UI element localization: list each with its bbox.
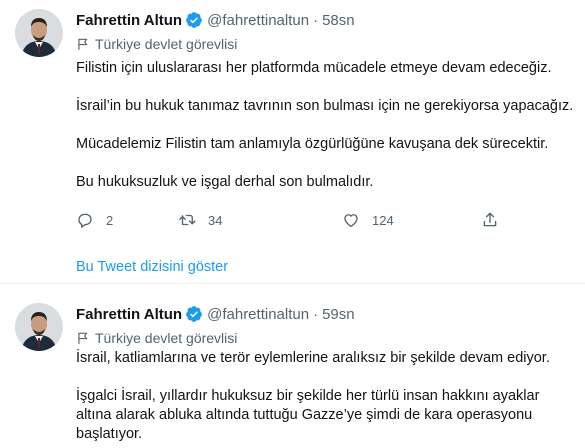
tweet-text: İsrail, katliamlarına ve terör eylemleri…	[76, 349, 576, 448]
retweet-icon	[179, 214, 196, 226]
share-button[interactable]	[481, 211, 499, 229]
tweet-text: Filistin için uluslararası her platformd…	[76, 59, 576, 211]
author-handle[interactable]: @fahrettinaltun	[207, 306, 309, 323]
tweet-timestamp[interactable]: 58sn	[322, 12, 355, 29]
heart-icon	[344, 214, 358, 228]
retweet-count: 34	[208, 212, 223, 228]
reply-icon	[78, 213, 92, 228]
label-text: Türkiye devlet görevlisi	[95, 36, 238, 52]
label-text: Türkiye devlet görevlisi	[95, 330, 238, 346]
verified-badge-icon	[186, 12, 202, 28]
tweet-timestamp[interactable]: 59sn	[322, 306, 355, 323]
divider	[0, 283, 585, 284]
tweet: Fahrettin Altun @fahrettinaltun · 58sn T…	[0, 0, 585, 275]
government-official-label: Türkiye devlet görevlisi	[76, 35, 237, 53]
government-official-label: Türkiye devlet görevlisi	[76, 329, 237, 347]
show-thread-link[interactable]: Bu Tweet dizisini göster	[76, 259, 228, 275]
tweet-header: Fahrettin Altun @fahrettinaltun · 59sn	[76, 304, 355, 324]
tweet-paragraph: İsrail’in bu hukuk tanımaz tavrının son …	[76, 98, 574, 114]
separator: ·	[313, 11, 319, 29]
avatar[interactable]	[15, 9, 63, 57]
retweet-button[interactable]: 34	[178, 211, 222, 229]
tweet-paragraph: İsrail, katliamlarına ve terör eylemleri…	[76, 350, 550, 366]
tweet-header: Fahrettin Altun @fahrettinaltun · 58sn	[76, 10, 355, 30]
tweet-paragraph: Bu hukuksuzluk ve işgal derhal son bulma…	[76, 174, 374, 190]
flag-icon	[78, 332, 88, 344]
author-name[interactable]: Fahrettin Altun	[76, 306, 182, 323]
like-count: 124	[372, 212, 394, 228]
share-icon	[483, 212, 497, 227]
separator: ·	[313, 305, 319, 323]
like-button[interactable]: 124	[342, 211, 394, 229]
author-handle[interactable]: @fahrettinaltun	[207, 12, 309, 29]
avatar-image	[15, 303, 63, 351]
tweet: Fahrettin Altun @fahrettinaltun · 59sn T…	[0, 291, 585, 448]
reply-button[interactable]: 2	[76, 211, 113, 229]
author-name[interactable]: Fahrettin Altun	[76, 12, 182, 29]
reply-count: 2	[106, 212, 114, 228]
verified-badge-icon	[186, 306, 202, 322]
avatar-image	[15, 9, 63, 57]
tweet-paragraph: Mücadelemiz Filistin tam anlamıyla özgür…	[76, 136, 549, 152]
tweet-actions: 2 34 124	[76, 210, 516, 230]
flag-icon	[78, 38, 88, 50]
tweet-paragraph: Filistin için uluslararası her platformd…	[76, 60, 552, 76]
tweet-paragraph: İşgalci İsrail, yıllardır hukuksuz bir ş…	[76, 388, 540, 442]
avatar[interactable]	[15, 303, 63, 351]
